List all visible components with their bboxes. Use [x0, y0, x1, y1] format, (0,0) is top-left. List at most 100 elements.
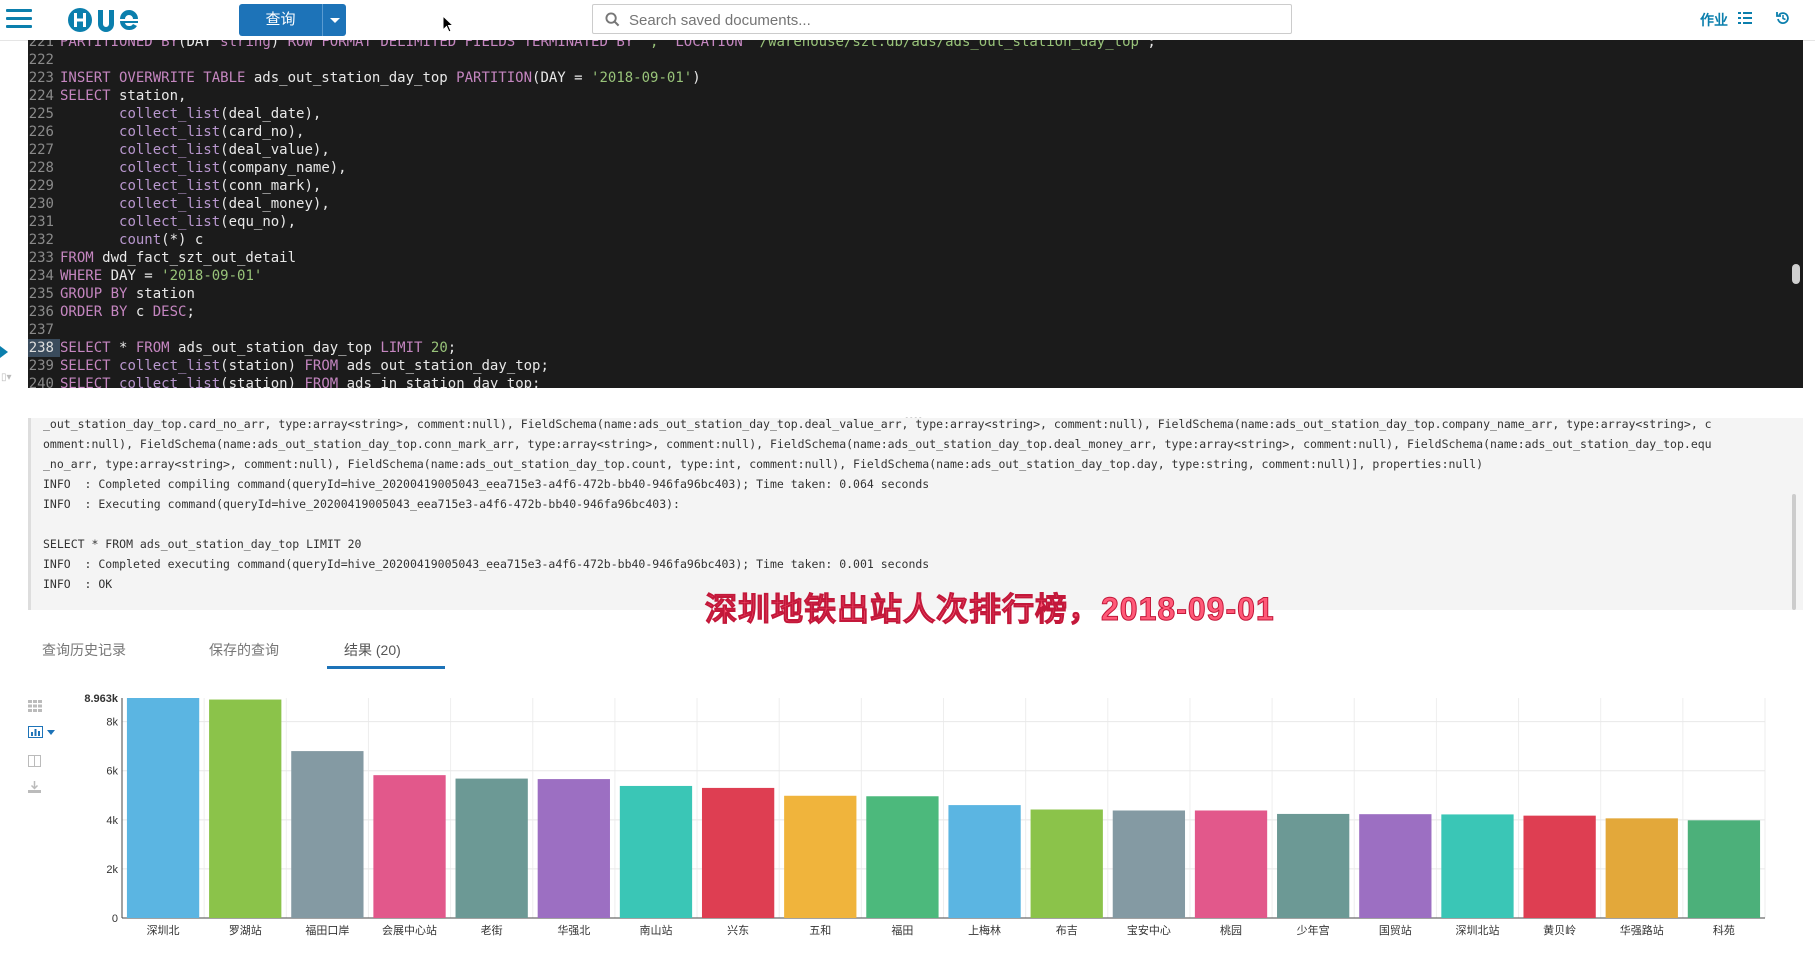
- jobs-link[interactable]: 作业: [1700, 10, 1728, 30]
- bar[interactable]: [209, 699, 282, 918]
- snippet-options-icon[interactable]: ▯▾: [1, 372, 21, 384]
- line-number[interactable]: 224: [28, 87, 60, 105]
- line-number[interactable]: 231: [28, 213, 60, 231]
- code-token: '/warehouse/szt.db/ads/ads_out_station_d…: [751, 40, 1148, 50]
- bar[interactable]: [537, 779, 610, 918]
- bar[interactable]: [1687, 820, 1761, 918]
- query-button-label[interactable]: 查询: [239, 4, 323, 36]
- jobs-list-icon[interactable]: [1738, 12, 1752, 24]
- code-line[interactable]: 236 ORDER BY c DESC;: [28, 303, 1803, 321]
- code-line[interactable]: 233 FROM dwd_fact_szt_out_detail: [28, 249, 1803, 267]
- bar[interactable]: [1112, 810, 1186, 918]
- line-number[interactable]: 239: [28, 357, 60, 375]
- code-line[interactable]: 240 SELECT collect_list(station) FROM ads…: [28, 375, 1803, 388]
- code-line[interactable]: 225 collect_list(deal_date),: [28, 105, 1803, 123]
- line-number[interactable]: 226: [28, 123, 60, 141]
- chart-caption-overlay: 深圳地铁出站人次排行榜，2018-09-01: [705, 591, 1275, 628]
- code-line[interactable]: 227 collect_list(deal_value),: [28, 141, 1803, 159]
- bar[interactable]: [1605, 818, 1678, 918]
- log-line: INFO : Completed compiling command(query…: [43, 477, 930, 491]
- line-number[interactable]: 232: [28, 231, 60, 249]
- x-tick-label: 国贸站: [1379, 923, 1412, 937]
- y-tick-label: 0: [112, 913, 118, 925]
- line-number[interactable]: 223: [28, 69, 60, 87]
- x-tick-label: 罗湖站: [229, 923, 262, 937]
- hue-logo[interactable]: [66, 4, 166, 36]
- code-line[interactable]: 228 collect_list(company_name),: [28, 159, 1803, 177]
- bar[interactable]: [1194, 810, 1268, 918]
- bar[interactable]: [948, 805, 1021, 918]
- bar[interactable]: [866, 796, 939, 918]
- code-token: (equ_no),: [220, 214, 297, 230]
- code-token: ): [270, 40, 288, 50]
- search-input[interactable]: [627, 8, 1271, 32]
- code-token: (deal_money),: [220, 196, 330, 212]
- run-line-marker-icon[interactable]: [0, 346, 8, 358]
- history-icon[interactable]: [1776, 11, 1790, 25]
- line-number[interactable]: 236: [28, 303, 60, 321]
- sql-editor[interactable]: 221 PARTITIONED BY(DAY string) ROW FORMAT…: [28, 40, 1803, 388]
- download-icon[interactable]: [28, 781, 41, 793]
- hamburger-menu-icon[interactable]: [6, 8, 32, 30]
- query-dropdown-caret-icon[interactable]: [323, 4, 346, 36]
- code-token: (station): [220, 376, 305, 388]
- line-number[interactable]: 225: [28, 105, 60, 123]
- query-button[interactable]: 查询: [239, 4, 346, 36]
- log-scrollbar[interactable]: [1792, 494, 1796, 610]
- code-line[interactable]: 237: [28, 321, 1803, 339]
- bar[interactable]: [1359, 814, 1432, 918]
- bar[interactable]: [373, 775, 446, 918]
- code-line[interactable]: 239 SELECT collect_list(station) FROM ads…: [28, 357, 1803, 375]
- grid-view-icon[interactable]: [28, 700, 42, 712]
- line-number[interactable]: 228: [28, 159, 60, 177]
- line-number[interactable]: 222: [28, 51, 60, 69]
- code-token: ads_in_station_day_top;: [338, 376, 541, 388]
- code-line[interactable]: 231 collect_list(equ_no),: [28, 213, 1803, 231]
- code-line[interactable]: 226 collect_list(card_no),: [28, 123, 1803, 141]
- results-bar-chart[interactable]: 0 2k 4k 6k 8k 8.963k 深圳北 罗湖站 福田口岸 会展中心站 老街 华强北 南山站 兴东…: [70, 690, 1770, 957]
- line-number[interactable]: 233: [28, 249, 60, 267]
- line-number[interactable]: 234: [28, 267, 60, 285]
- columns-icon[interactable]: [28, 755, 41, 767]
- line-number[interactable]: 240: [28, 375, 60, 388]
- line-number[interactable]: 238: [28, 339, 60, 357]
- line-number[interactable]: 230: [28, 195, 60, 213]
- line-number[interactable]: 227: [28, 141, 60, 159]
- code-line[interactable]: 224 SELECT station,: [28, 87, 1803, 105]
- tab-query-history[interactable]: 查询历史记录: [42, 640, 126, 660]
- chart-view-icon[interactable]: [28, 726, 56, 738]
- code-line[interactable]: 232 count(*) c: [28, 231, 1803, 249]
- bar[interactable]: [1277, 813, 1350, 918]
- code-line[interactable]: 222: [28, 51, 1803, 69]
- code-line[interactable]: 223 INSERT OVERWRITE TABLE ads_out_statio…: [28, 69, 1803, 87]
- code-token: (card_no),: [220, 124, 305, 140]
- search-box[interactable]: [592, 4, 1292, 34]
- bar[interactable]: [455, 778, 528, 918]
- bar[interactable]: [291, 751, 364, 918]
- line-number[interactable]: 229: [28, 177, 60, 195]
- bar[interactable]: [784, 795, 857, 918]
- bar[interactable]: [1030, 809, 1103, 918]
- code-line[interactable]: 229 collect_list(conn_mark),: [28, 177, 1803, 195]
- tab-saved-queries[interactable]: 保存的查询: [209, 640, 279, 660]
- bar-chart-svg[interactable]: 0 2k 4k 6k 8k 8.963k 深圳北 罗湖站 福田口岸 会展中心站 老街 华强北 南山站 兴东…: [70, 690, 1770, 957]
- tab-results[interactable]: 结果 (20): [344, 640, 401, 660]
- bar[interactable]: [1523, 815, 1596, 918]
- code-token: FROM: [304, 358, 339, 374]
- line-number[interactable]: 221: [28, 40, 60, 51]
- bar[interactable]: [126, 698, 200, 918]
- code-line[interactable]: 230 collect_list(deal_money),: [28, 195, 1803, 213]
- code-line[interactable]: 221 PARTITIONED BY(DAY string) ROW FORMAT…: [28, 40, 1803, 51]
- code-line[interactable]: 238 SELECT * FROM ads_out_station_day_top…: [28, 339, 1803, 357]
- bar[interactable]: [1441, 814, 1514, 918]
- bar[interactable]: [701, 787, 775, 918]
- y-tick-label: 2k: [106, 864, 118, 876]
- bar[interactable]: [619, 785, 693, 918]
- code-line[interactable]: 235 GROUP BY station: [28, 285, 1803, 303]
- line-number[interactable]: 237: [28, 321, 60, 339]
- code-line[interactable]: 234 WHERE DAY = '2018-09-01': [28, 267, 1803, 285]
- line-number[interactable]: 235: [28, 285, 60, 303]
- code-token: collect_list: [119, 196, 221, 212]
